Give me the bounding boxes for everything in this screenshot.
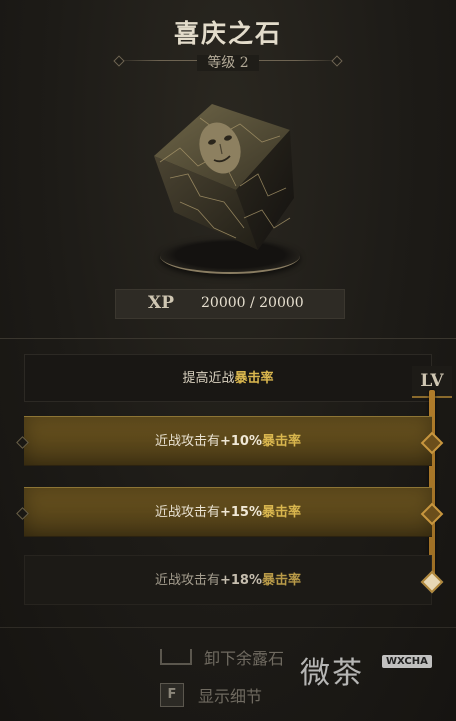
stone-cube-image [154,104,294,250]
tier-2-suffix: 暴击率 [262,505,302,520]
upgrade-header: 提高近战暴击率 [24,354,432,402]
upgrade-header-highlight: 暴击率 [234,371,274,386]
tier-3-prefix: 近战攻击有 [154,573,220,588]
item-panel: 喜庆之石 等级 2 XP 20000 / 20000 提高近战暴击率 LV 近战… [0,0,456,721]
tier-1-value: +10% [219,434,262,449]
f-key-icon: F [160,683,184,707]
spacebar-key-icon [160,649,192,665]
xp-value: 20000 / 20000 [201,295,304,311]
item-level-text: 等级 2 [197,55,259,71]
show-details-button[interactable]: F 显示细节 [160,682,262,708]
tier-2-left-diamond [16,507,29,520]
watermark: 微茶 WXCHA [296,628,456,691]
xp-bar: XP 20000 / 20000 [115,289,345,319]
upgrade-tier-1[interactable]: 近战攻击有+10%暴击率 [16,416,432,466]
item-level: 等级 2 [0,52,456,72]
tier-1-prefix: 近战攻击有 [154,434,220,449]
item-title: 喜庆之石 [173,19,282,48]
watermark-badge: WXCHA [382,655,432,668]
tier-3-value: +18% [219,573,262,588]
tier-2-value: +15% [219,505,262,520]
unequip-label: 卸下余露石 [204,649,285,668]
upgrade-tier-3[interactable]: 近战攻击有+18%暴击率 [24,555,432,605]
upgrade-tier-2[interactable]: 近战攻击有+15%暴击率 [16,487,432,537]
unequip-button[interactable]: 卸下余露石 [160,644,284,670]
tier-2-prefix: 近战攻击有 [154,505,220,520]
watermark-text: 微茶 [300,656,364,691]
tier-1-suffix: 暴击率 [262,434,302,449]
stone-artwork [140,78,320,274]
show-details-label: 显示细节 [198,687,263,706]
section-divider [0,338,456,339]
xp-label: XP [148,293,174,313]
upgrade-header-prefix: 提高近战 [182,371,235,386]
tier-3-suffix: 暴击率 [262,573,302,588]
tier-1-left-diamond [16,436,29,449]
